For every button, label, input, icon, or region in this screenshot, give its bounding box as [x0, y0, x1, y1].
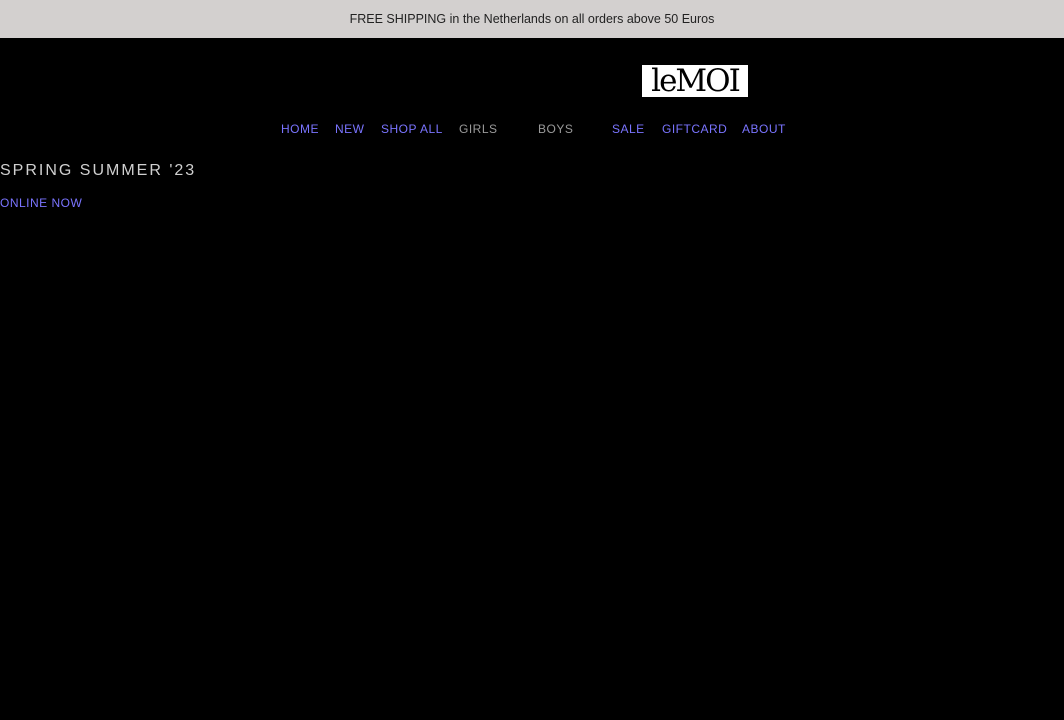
- nav-sale[interactable]: SALE: [612, 122, 645, 136]
- nav-girls[interactable]: GIRLS: [459, 122, 498, 136]
- nav-home[interactable]: HOME: [281, 122, 319, 136]
- announcement-bar: FREE SHIPPING in the Netherlands on all …: [0, 0, 1064, 38]
- nav-about[interactable]: ABOUT: [742, 122, 786, 136]
- nav-giftcard[interactable]: GIFTCARD: [662, 122, 727, 136]
- nav-shop-all[interactable]: SHOP ALL: [381, 122, 443, 136]
- hero-cta-link[interactable]: ONLINE NOW: [0, 196, 82, 210]
- main-nav: HOME NEW SHOP ALL GIRLS BOYS SALE GIFTCA…: [0, 122, 1064, 138]
- nav-boys[interactable]: BOYS: [538, 122, 573, 136]
- nav-new[interactable]: NEW: [335, 122, 365, 136]
- hero-title: SPRING SUMMER '23: [0, 162, 197, 179]
- announcement-text: FREE SHIPPING in the Netherlands on all …: [349, 12, 715, 26]
- brand-logo[interactable]: leMOI: [642, 65, 748, 97]
